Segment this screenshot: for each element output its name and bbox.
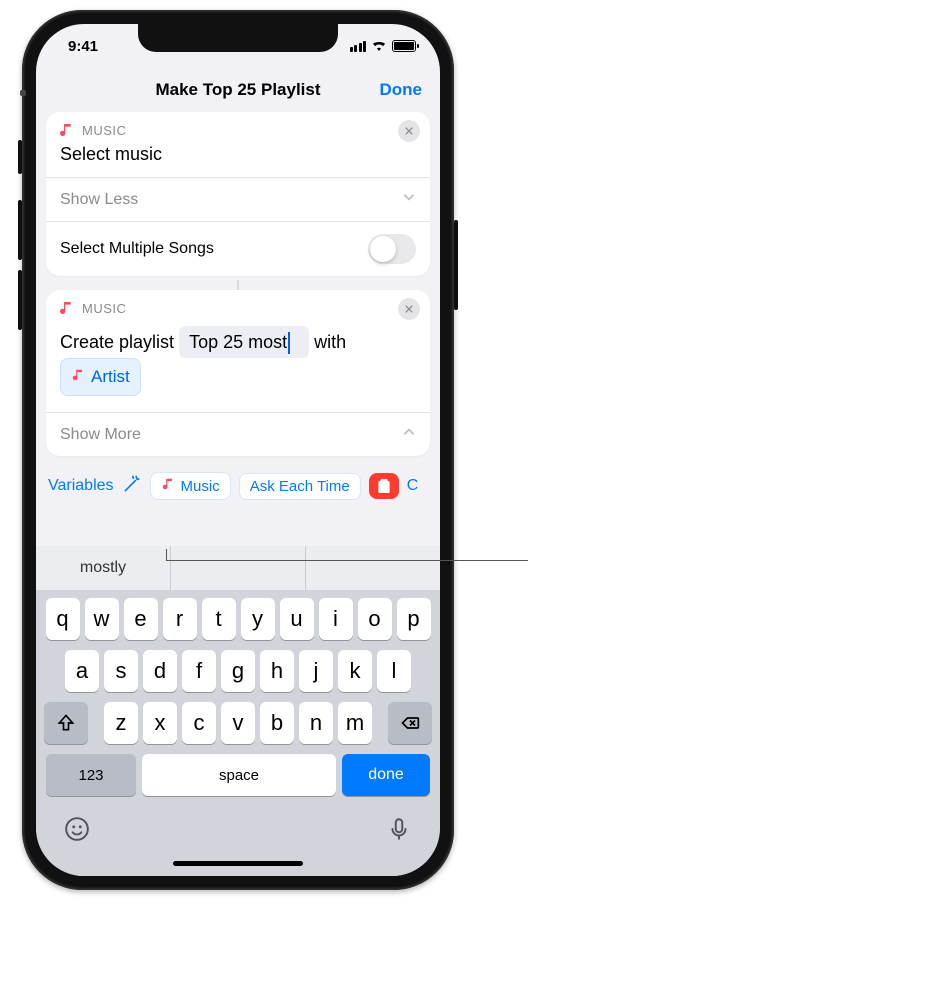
key-t[interactable]: t bbox=[202, 598, 236, 640]
kb-row-2: a s d f g h j k l bbox=[40, 650, 436, 692]
select-multiple-row: Select Multiple Songs bbox=[46, 221, 430, 276]
kb-fn-row bbox=[36, 800, 440, 855]
key-u[interactable]: u bbox=[280, 598, 314, 640]
nav-bar: Make Top 25 Playlist Done bbox=[36, 68, 440, 112]
show-more-row[interactable]: Show More bbox=[46, 412, 430, 456]
key-z[interactable]: z bbox=[104, 702, 138, 744]
variable-bar: Variables Music Ask Each Time C bbox=[36, 460, 440, 510]
mic-icon[interactable] bbox=[386, 816, 412, 847]
key-y[interactable]: y bbox=[241, 598, 275, 640]
show-less-row[interactable]: Show Less bbox=[46, 177, 430, 221]
create-playlist-prefix: Create playlist bbox=[60, 332, 174, 352]
chip-label: Music bbox=[181, 478, 220, 495]
status-time: 9:41 bbox=[68, 38, 98, 55]
playlist-name-value: Top 25 most bbox=[189, 332, 287, 352]
token-label: Artist bbox=[91, 361, 130, 393]
key-f[interactable]: f bbox=[182, 650, 216, 692]
action-title: Select music bbox=[46, 142, 430, 177]
space-key[interactable]: space bbox=[142, 754, 336, 796]
key-k[interactable]: k bbox=[338, 650, 372, 692]
cellular-icon bbox=[350, 41, 367, 52]
home-indicator[interactable] bbox=[173, 861, 303, 866]
connector-line bbox=[237, 280, 239, 290]
kb-row-4: 123 space done bbox=[40, 754, 436, 796]
key-c[interactable]: c bbox=[182, 702, 216, 744]
notch bbox=[138, 24, 338, 52]
keyboard-done-key[interactable]: done bbox=[342, 754, 430, 796]
clipboard-chip-cutoff: C bbox=[407, 477, 419, 495]
key-d[interactable]: d bbox=[143, 650, 177, 692]
action-app-label: MUSIC bbox=[82, 123, 126, 138]
clipboard-chip[interactable] bbox=[369, 473, 399, 499]
keyboard: mostly q w e r t y u i o p a bbox=[36, 546, 440, 876]
iphone-device-frame: 9:41 Make Top 25 Playlist Done bbox=[22, 10, 454, 890]
key-m[interactable]: m bbox=[338, 702, 372, 744]
suggestion-bar: mostly bbox=[36, 546, 440, 590]
key-i[interactable]: i bbox=[319, 598, 353, 640]
select-multiple-label: Select Multiple Songs bbox=[60, 240, 214, 258]
show-more-label: Show More bbox=[60, 426, 141, 444]
select-multiple-toggle[interactable] bbox=[368, 234, 416, 264]
show-less-label: Show Less bbox=[60, 191, 138, 209]
close-icon[interactable] bbox=[398, 298, 420, 320]
key-s[interactable]: s bbox=[104, 650, 138, 692]
music-variable-chip[interactable]: Music bbox=[150, 472, 231, 500]
side-button bbox=[18, 200, 22, 260]
action-app-label: MUSIC bbox=[82, 301, 126, 316]
music-note-icon bbox=[71, 361, 85, 393]
emoji-icon[interactable] bbox=[64, 816, 90, 847]
suggestion-3[interactable] bbox=[306, 546, 440, 590]
key-x[interactable]: x bbox=[143, 702, 177, 744]
suggestion-1[interactable]: mostly bbox=[36, 546, 171, 590]
key-h[interactable]: h bbox=[260, 650, 294, 692]
kb-row-3: z x c v b n m bbox=[40, 702, 436, 744]
variables-button[interactable]: Variables bbox=[48, 477, 114, 495]
kb-row-1: q w e r t y u i o p bbox=[40, 598, 436, 640]
key-o[interactable]: o bbox=[358, 598, 392, 640]
music-app-icon bbox=[58, 122, 74, 138]
page-title: Make Top 25 Playlist bbox=[155, 80, 320, 100]
key-a[interactable]: a bbox=[65, 650, 99, 692]
magic-wand-icon[interactable] bbox=[122, 474, 142, 499]
key-p[interactable]: p bbox=[397, 598, 431, 640]
action-card-select-music: MUSIC Select music Show Less Select Mult… bbox=[46, 112, 430, 276]
action-card-create-playlist: MUSIC Create playlist Top 25 most with bbox=[46, 290, 430, 456]
number-mode-key[interactable]: 123 bbox=[46, 754, 136, 796]
create-playlist-mid: with bbox=[314, 332, 346, 352]
key-e[interactable]: e bbox=[124, 598, 158, 640]
backspace-key[interactable] bbox=[388, 702, 432, 744]
suggestion-2[interactable] bbox=[171, 546, 306, 590]
music-app-icon bbox=[58, 300, 74, 316]
callout-line bbox=[166, 560, 528, 561]
key-n[interactable]: n bbox=[299, 702, 333, 744]
side-button bbox=[18, 270, 22, 330]
key-b[interactable]: b bbox=[260, 702, 294, 744]
key-q[interactable]: q bbox=[46, 598, 80, 640]
chevron-down-icon bbox=[402, 190, 416, 209]
key-w[interactable]: w bbox=[85, 598, 119, 640]
artist-variable-token[interactable]: Artist bbox=[60, 358, 141, 396]
key-l[interactable]: l bbox=[377, 650, 411, 692]
screen: 9:41 Make Top 25 Playlist Done bbox=[36, 24, 440, 876]
chevron-up-icon bbox=[402, 425, 416, 444]
key-g[interactable]: g bbox=[221, 650, 255, 692]
key-j[interactable]: j bbox=[299, 650, 333, 692]
shift-key[interactable] bbox=[44, 702, 88, 744]
chip-label: Ask Each Time bbox=[250, 478, 350, 495]
side-button bbox=[454, 220, 458, 310]
key-v[interactable]: v bbox=[221, 702, 255, 744]
music-note-icon bbox=[161, 477, 175, 495]
wifi-icon bbox=[371, 38, 387, 55]
key-r[interactable]: r bbox=[163, 598, 197, 640]
ask-each-time-chip[interactable]: Ask Each Time bbox=[239, 473, 361, 500]
battery-icon bbox=[392, 40, 416, 52]
playlist-name-input[interactable]: Top 25 most bbox=[179, 326, 309, 358]
done-button[interactable]: Done bbox=[380, 80, 423, 100]
close-icon[interactable] bbox=[398, 120, 420, 142]
side-button bbox=[18, 140, 22, 174]
